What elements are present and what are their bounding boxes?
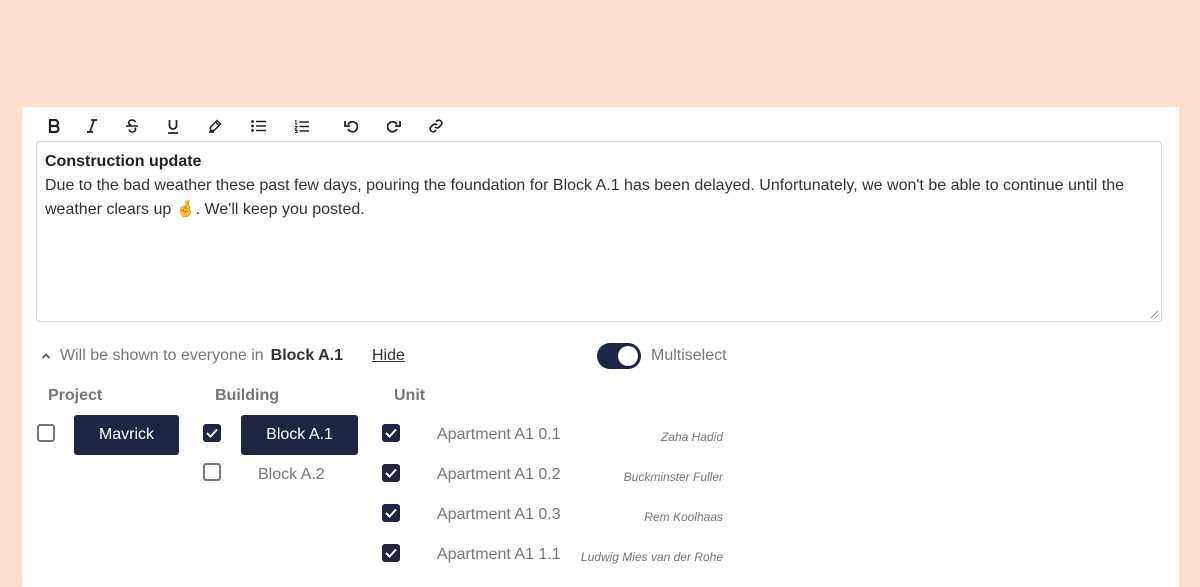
building-chip-block-a1[interactable]: Block A.1	[241, 415, 358, 455]
undo-button[interactable]	[339, 115, 363, 137]
multiselect-label: Multiselect	[651, 347, 727, 364]
bold-icon	[48, 119, 60, 133]
building-item-block-a2[interactable]: Block A.2	[258, 464, 325, 486]
unit-owner: Buckminster Fuller	[623, 470, 723, 484]
redo-button[interactable]	[382, 115, 406, 137]
project-checkbox-mavrick[interactable]	[37, 424, 55, 442]
checkmark-icon	[385, 428, 397, 438]
unit-checkbox-a1-0-3[interactable]	[382, 504, 400, 522]
bullet-list-button[interactable]	[246, 115, 270, 137]
italic-button[interactable]	[80, 115, 104, 137]
checkmark-icon	[385, 548, 397, 558]
unit-column-header: Unit	[394, 387, 426, 404]
message-body: Due to the bad weather these past few da…	[45, 177, 1125, 218]
message-composer-card: Construction update Due to the bad weath…	[22, 107, 1179, 587]
redo-icon	[387, 120, 401, 133]
italic-icon	[87, 119, 97, 133]
unit-owner: Rem Koolhaas	[644, 510, 723, 524]
multiselect-toggle[interactable]	[597, 343, 641, 369]
checkmark-icon	[385, 468, 397, 478]
unit-checkbox-a1-1-1[interactable]	[382, 544, 400, 562]
strikethrough-icon	[126, 119, 138, 133]
link-icon	[429, 119, 443, 133]
toggle-knob	[618, 346, 638, 366]
bold-button[interactable]	[42, 115, 66, 137]
numbered-list-button[interactable]	[289, 115, 313, 137]
message-title: Construction update	[45, 153, 202, 170]
checkmark-icon	[206, 428, 218, 438]
building-checkbox-block-a2[interactable]	[203, 463, 221, 481]
hide-link[interactable]: Hide	[372, 345, 405, 367]
numbered-list-icon	[293, 119, 309, 133]
bullet-list-icon	[250, 120, 266, 132]
resize-handle-icon[interactable]	[1149, 309, 1159, 319]
visibility-summary: Will be shown to everyone in Block A.1	[40, 345, 343, 367]
unit-name: Apartment A1 0.2	[437, 466, 561, 483]
checkmark-icon	[385, 508, 397, 518]
link-button[interactable]	[424, 115, 448, 137]
message-editor[interactable]: Construction update Due to the bad weath…	[36, 141, 1162, 322]
unit-checkbox-a1-0-2[interactable]	[382, 464, 400, 482]
strikethrough-button[interactable]	[120, 115, 144, 137]
project-chip-mavrick[interactable]: Mavrick	[74, 415, 179, 455]
undo-icon	[344, 120, 358, 133]
unit-name: Apartment A1 0.3	[437, 506, 561, 523]
building-checkbox-block-a1[interactable]	[203, 424, 221, 442]
project-column-header: Project	[48, 387, 103, 404]
visibility-prefix: Will be shown to everyone in	[60, 347, 264, 364]
building-column-header: Building	[215, 387, 279, 404]
highlight-button[interactable]	[203, 115, 227, 137]
unit-owner: Ludwig Mies van der Rohe	[580, 550, 723, 564]
unit-name: Apartment A1 0.1	[437, 426, 561, 443]
unit-owner: Zaha Hadid	[660, 430, 723, 444]
visibility-target: Block A.1	[270, 347, 343, 364]
underline-icon	[168, 119, 178, 134]
unit-name: Apartment A1 1.1	[437, 546, 561, 563]
highlighter-icon	[209, 119, 222, 133]
underline-button[interactable]	[161, 115, 185, 137]
chevron-up-icon[interactable]	[40, 350, 52, 362]
unit-checkbox-a1-0-1[interactable]	[382, 424, 400, 442]
